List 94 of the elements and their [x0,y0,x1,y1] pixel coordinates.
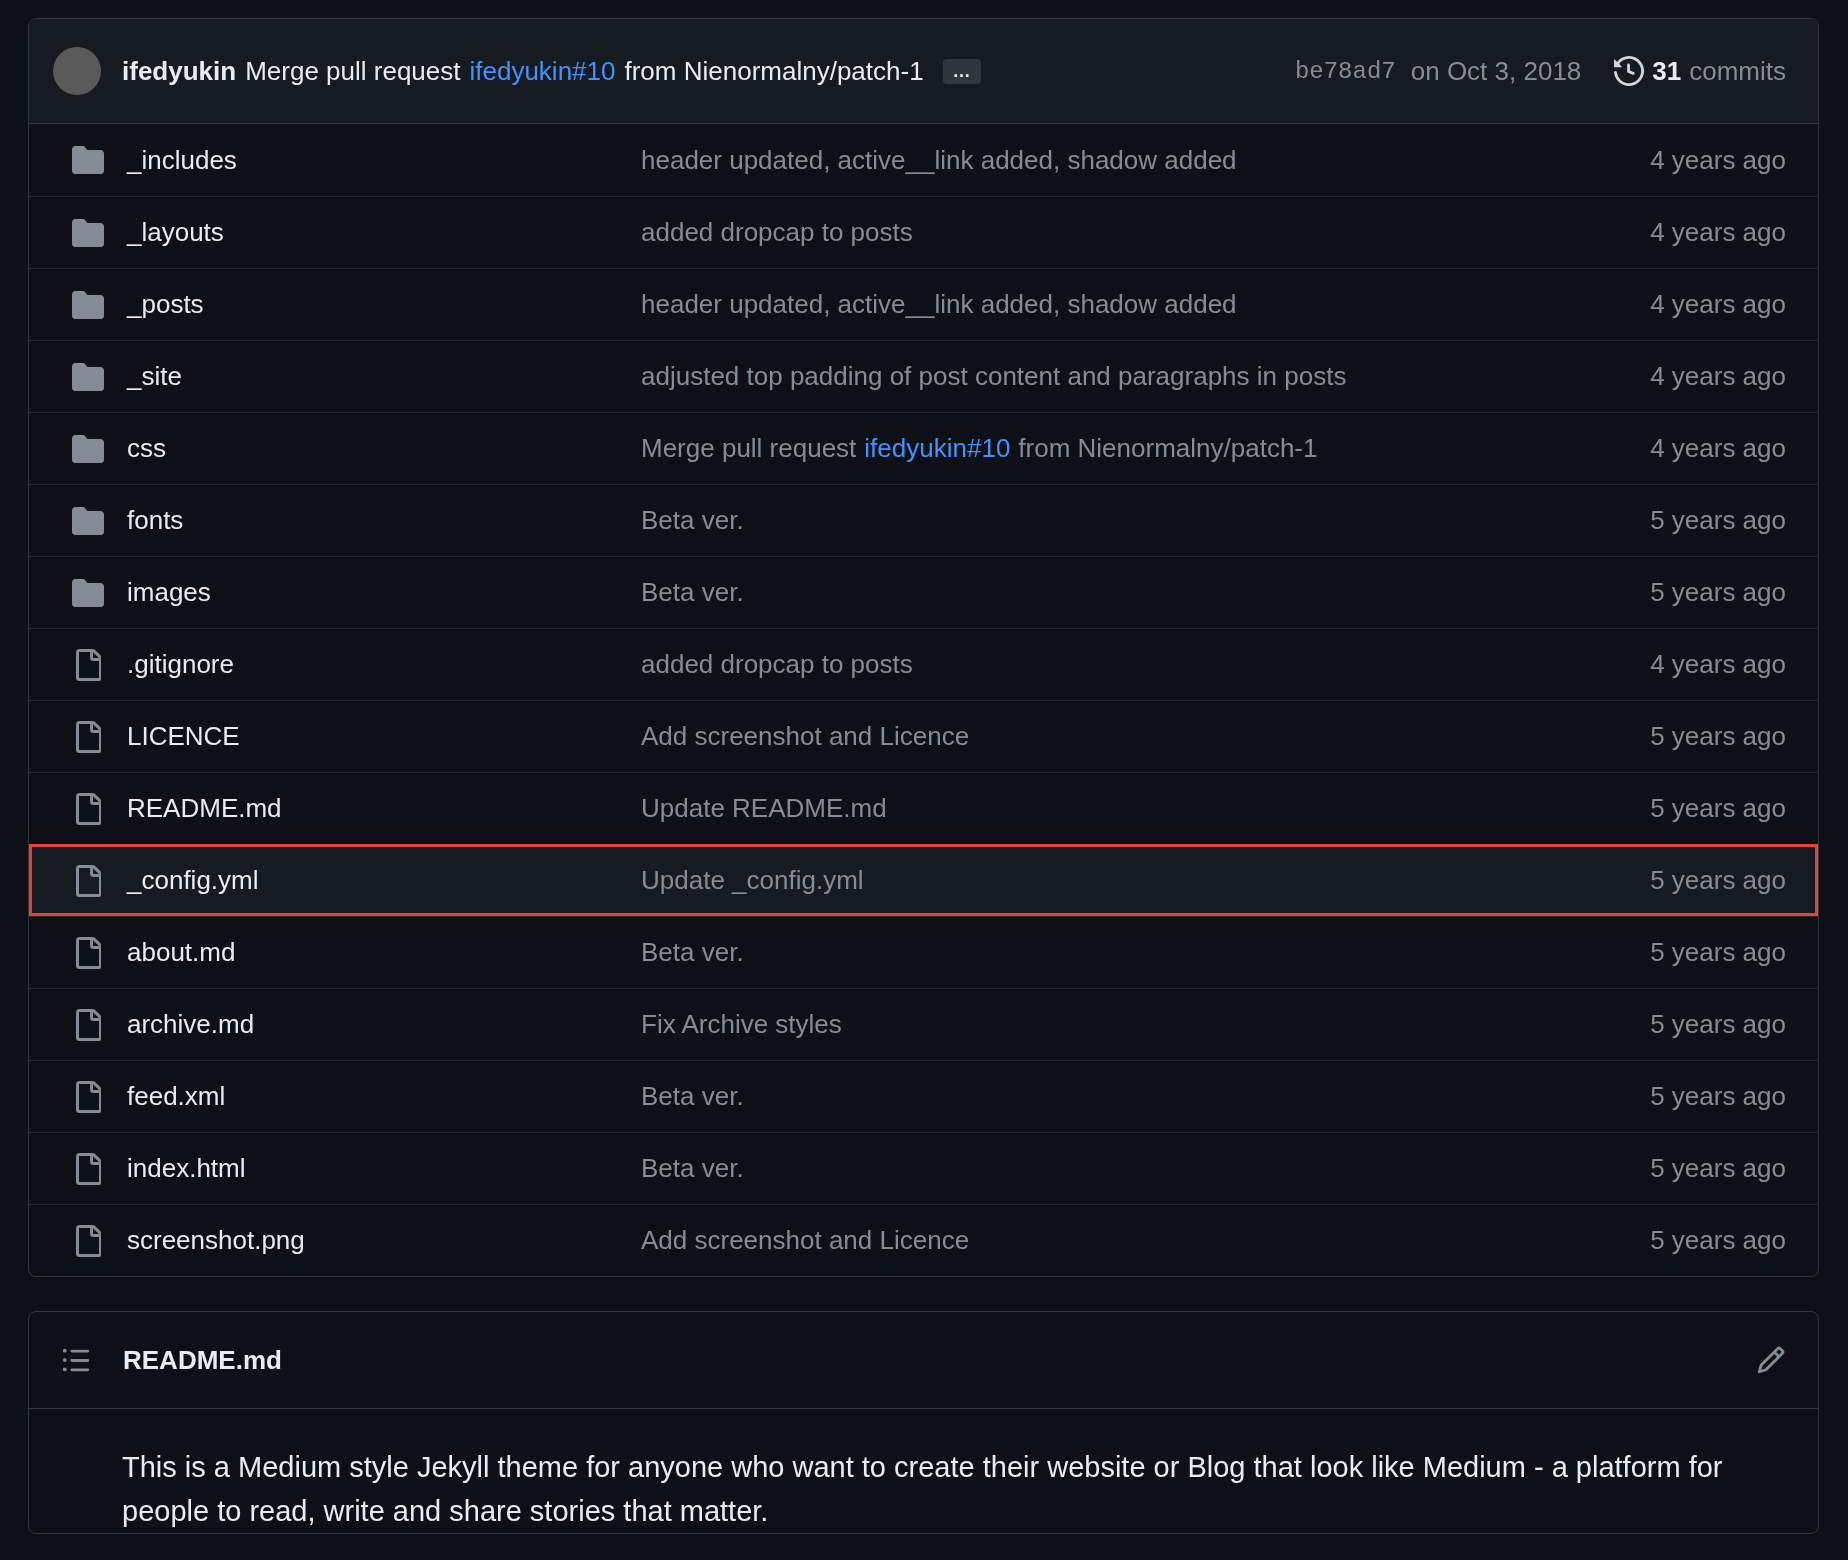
file-name-link[interactable]: _posts [127,289,641,320]
commit-message-link[interactable]: Merge pull request [245,55,461,87]
folder-icon [72,506,104,535]
file-name-link[interactable]: _site [127,361,641,392]
commit-message-link[interactable]: adjusted top padding of post content and paragraphs in posts [641,361,1347,392]
file-icon [75,864,101,897]
file-row[interactable]: screenshot.png Add screenshot and Licence 5 years ago [29,1204,1818,1276]
avatar [53,47,101,95]
file-row[interactable]: css Merge pull request ifedyukin#10 from Nienormalny/patch-1 4 years ago [29,412,1818,484]
commit-age: 5 years ago [1650,937,1786,968]
commit-age: 5 years ago [1650,1009,1786,1040]
commit-message-link[interactable]: Merge pull request [641,433,857,464]
file-name-link[interactable]: images [127,577,641,608]
commit-age: 5 years ago [1650,865,1786,896]
file-name-link[interactable]: _includes [127,144,641,176]
folder-icon [72,578,104,607]
commit-message-link[interactable]: Beta ver. [641,577,744,608]
commit-age: 5 years ago [1650,1153,1786,1184]
expand-message-button[interactable]: … [942,58,981,84]
file-icon [75,1224,101,1257]
commit-message-link[interactable]: Beta ver. [641,1153,744,1184]
commit-author-link[interactable]: ifedyukin [122,55,237,87]
commit-message-link[interactable]: header updated, active__link added, shadow added [641,289,1237,320]
file-name-link[interactable]: _layouts [127,217,641,248]
commit-age: 5 years ago [1650,721,1786,752]
commit-message-link[interactable]: Beta ver. [641,1081,744,1112]
folder-icon [72,146,104,174]
file-row[interactable]: fonts Beta ver. 5 years ago [29,484,1818,556]
file-icon [75,1152,101,1185]
commit-message-link[interactable]: added dropcap to posts [641,217,913,248]
commit-age: 5 years ago [1650,1225,1786,1256]
file-row[interactable]: feed.xml Beta ver. 5 years ago [29,1060,1818,1132]
file-name-link[interactable]: feed.xml [127,1081,641,1112]
file-row[interactable]: _posts header updated, active__link added, shadow added 4 years ago [29,268,1818,340]
file-name-link[interactable]: fonts [127,505,641,536]
commit-age: 5 years ago [1650,577,1786,608]
commit-age: 5 years ago [1650,793,1786,824]
file-icon [75,792,101,825]
file-name-link[interactable]: css [127,433,641,464]
commit-sha-link[interactable]: be78ad7 [1294,57,1396,85]
file-row[interactable]: _layouts added dropcap to posts 4 years ago [29,196,1818,268]
commits-link[interactable]: 31 commits [1614,55,1786,87]
file-name-link[interactable]: about.md [127,937,641,968]
commit-message-link[interactable]: Update _config.yml [641,865,864,896]
file-name-link[interactable]: screenshot.png [127,1225,641,1256]
file-name-link[interactable]: index.html [127,1153,641,1184]
commit-message-link[interactable]: Beta ver. [641,937,744,968]
readme-paragraph: This is a Medium style Jekyll theme for anyone who want to create their website or Blog that look like Medium - a platform for people to read, write and share stories that matter. [121,1450,1724,1529]
commit-message-link[interactable]: from Nienormalny/patch-1 [624,55,924,87]
file-name-link[interactable]: _config.yml [127,865,641,896]
commit-message-link[interactable]: header updated, active__link added, shadow added [641,144,1237,176]
file-name-link[interactable]: LICENCE [127,721,641,752]
commit-message-link[interactable]: Add screenshot and Licence [641,721,970,752]
commit-age: 4 years ago [1650,144,1786,176]
readme-title-link[interactable]: README.md [123,1344,282,1376]
commit-age: 4 years ago [1650,433,1786,464]
pull-request-link[interactable]: ifedyukin#10 [469,55,616,87]
file-row[interactable]: about.md Beta ver. 5 years ago [29,916,1818,988]
folder-icon [72,218,104,247]
commit-age: 4 years ago [1650,361,1786,392]
file-row[interactable]: _includes header updated, active__link added, shadow added 4 years ago [29,124,1818,196]
file-name-link[interactable]: README.md [127,793,641,824]
file-row[interactable]: .gitignore added dropcap to posts 4 years ago [29,628,1818,700]
commit-age: 5 years ago [1650,505,1786,536]
file-row[interactable]: index.html Beta ver. 5 years ago [29,1132,1818,1204]
commit-message-link[interactable]: Update README.md [641,793,887,824]
file-icon [75,648,101,681]
commit-message-link[interactable]: from Nienormalny/patch-1 [1018,433,1318,464]
file-row[interactable]: images Beta ver. 5 years ago [29,556,1818,628]
file-icon [75,1008,101,1041]
commit-message-link[interactable]: Fix Archive styles [641,1009,842,1040]
folder-icon [72,290,104,319]
history-icon [1614,56,1645,86]
commit-date: on Oct 3, 2018 [1410,55,1582,87]
folder-icon [72,362,104,391]
file-icon [75,720,101,753]
file-icon [75,1080,101,1113]
file-row[interactable]: _site adjusted top padding of post content and paragraphs in posts 4 years ago [29,340,1818,412]
commit-message-link[interactable]: Beta ver. [641,505,744,536]
commit-age: 5 years ago [1650,1081,1786,1112]
folder-icon [72,434,104,463]
file-row[interactable]: archive.md Fix Archive styles 5 years ago [29,988,1818,1060]
pull-request-link[interactable]: ifedyukin#10 [864,433,1011,464]
commit-message-link[interactable]: Add screenshot and Licence [641,1225,970,1256]
file-row[interactable]: LICENCE Add screenshot and Licence 5 years ago [29,700,1818,772]
commit-age: 4 years ago [1650,289,1786,320]
commit-message-link[interactable]: added dropcap to posts [641,649,913,680]
commit-age: 4 years ago [1650,217,1786,248]
file-name-link[interactable]: .gitignore [127,649,641,680]
commit-age: 4 years ago [1650,649,1786,680]
file-name-link[interactable]: archive.md [127,1009,641,1040]
file-icon [75,936,101,969]
edit-icon[interactable] [1756,1345,1786,1375]
file-row[interactable]: _config.yml Update _config.yml 5 years ago [29,844,1818,916]
